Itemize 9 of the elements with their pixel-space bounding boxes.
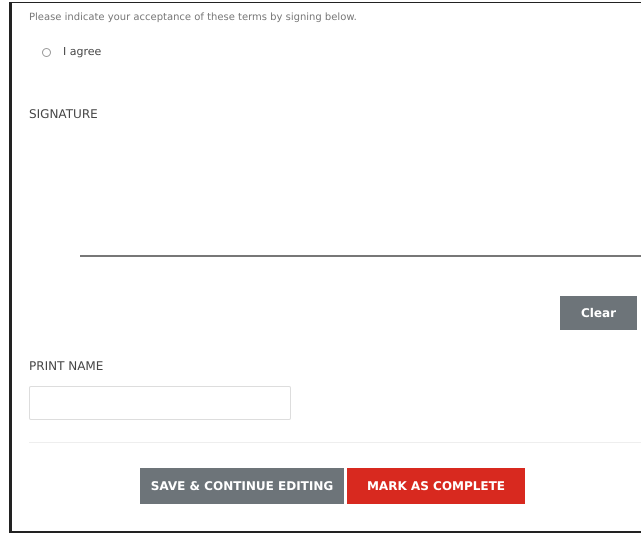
- print-name-label: PRINT NAME: [29, 358, 104, 374]
- clear-button[interactable]: Clear: [560, 296, 637, 330]
- agree-radio[interactable]: [42, 48, 51, 57]
- instruction-text: Please indicate your acceptance of these terms by signing below.: [29, 11, 358, 25]
- complete-button[interactable]: MARK AS COMPLETE: [347, 468, 525, 504]
- agree-label: I agree: [63, 44, 102, 60]
- save-button[interactable]: SAVE & CONTINUE EDITING: [140, 468, 344, 504]
- signature-label: SIGNATURE: [29, 106, 99, 122]
- print-name-field[interactable]: [29, 386, 291, 420]
